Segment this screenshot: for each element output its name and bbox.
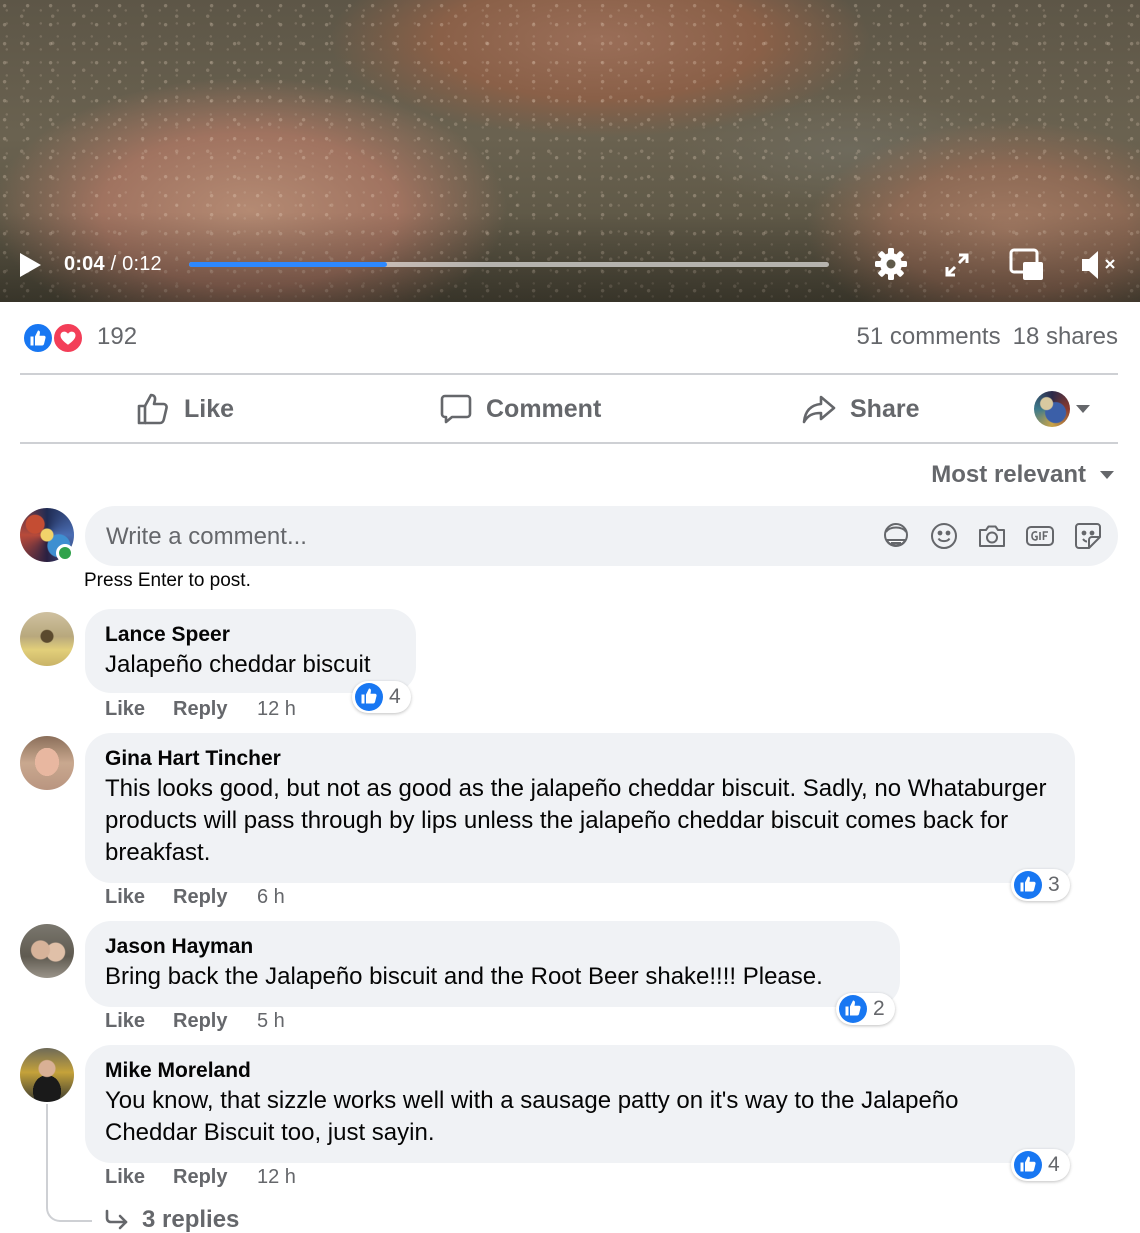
camera-icon[interactable] [976, 520, 1008, 552]
commenter-avatar[interactable] [20, 612, 74, 666]
comment-timestamp[interactable]: 5 h [257, 1010, 285, 1033]
video-timestamp: 0:04 / 0:12 [64, 253, 162, 276]
comment-reaction-badge[interactable]: 4 [1011, 1149, 1070, 1181]
caret-down-icon [1100, 471, 1114, 479]
comment-text: You know, that sizzle works well with a … [105, 1087, 959, 1146]
like-reaction-icon [22, 322, 54, 354]
duration: 0:12 [122, 253, 162, 275]
like-label: Like [184, 394, 235, 423]
comment-bubble: Gina Hart Tincher This looks good, but n… [85, 733, 1075, 883]
comment-text: This looks good, but not as good as the … [105, 775, 1047, 866]
reaction-count: 2 [873, 997, 885, 1020]
comment-sort-dropdown[interactable]: Most relevant [931, 461, 1114, 489]
comment-text: Bring back the Jalapeño biscuit and the … [105, 963, 823, 990]
comment-meta: Like Reply 12 h [105, 698, 296, 721]
comment-button[interactable]: Comment [440, 386, 601, 432]
comment-bubble: Jason Hayman Bring back the Jalapeño bis… [85, 921, 900, 1007]
mute-icon[interactable] [1080, 248, 1118, 282]
emoji-icon[interactable] [928, 520, 960, 552]
comment-timestamp[interactable]: 6 h [257, 886, 285, 909]
comment-reply-link[interactable]: Reply [173, 1010, 257, 1033]
avatar-sticker-icon[interactable] [880, 520, 912, 552]
comment-like-link[interactable]: Like [105, 1010, 173, 1033]
comment-reaction-badge[interactable]: 4 [352, 681, 411, 713]
engagement-counts: 51 comments 18 shares [857, 323, 1118, 351]
comment-reaction-badge[interactable]: 3 [1011, 869, 1070, 901]
thumbs-up-icon [137, 393, 168, 425]
comment-author[interactable]: Lance Speer [105, 621, 396, 649]
post-stats: 192 51 comments 18 shares [20, 318, 1118, 358]
comment-author[interactable]: Gina Hart Tincher [105, 745, 1055, 773]
gif-icon[interactable] [1024, 520, 1056, 552]
reaction-icons[interactable] [22, 322, 86, 354]
comment-text: Jalapeño cheddar biscuit [105, 651, 371, 678]
comment-reply-link[interactable]: Reply [173, 698, 257, 721]
love-reaction-icon [52, 322, 84, 354]
reaction-count: 4 [1048, 1153, 1060, 1176]
share-arrow-icon [802, 395, 836, 424]
comment-author[interactable]: Mike Moreland [105, 1057, 1055, 1085]
post-action-bar: Like Comment Share [20, 376, 1118, 442]
comment-like-link[interactable]: Like [105, 886, 173, 909]
comment-placeholder: Write a comment... [106, 523, 307, 550]
commenter-avatar[interactable] [20, 924, 74, 978]
view-replies-link[interactable]: 3 replies [104, 1206, 239, 1233]
replies-count: 3 replies [142, 1206, 240, 1233]
like-button[interactable]: Like [136, 386, 234, 432]
comment-like-link[interactable]: Like [105, 698, 173, 721]
time-separator: / [104, 253, 123, 275]
online-status-indicator [56, 544, 74, 562]
sort-label: Most relevant [931, 461, 1086, 488]
like-reaction-icon [1014, 1151, 1042, 1179]
share-label: Share [850, 394, 920, 423]
settings-gear-icon[interactable] [873, 246, 909, 282]
divider [20, 373, 1118, 375]
reaction-count: 3 [1048, 873, 1060, 896]
divider [20, 442, 1118, 444]
video-progress-bar[interactable] [189, 262, 829, 267]
comment-label: Comment [486, 394, 602, 423]
picture-in-picture-icon[interactable] [1009, 248, 1045, 282]
press-enter-hint: Press Enter to post. [84, 570, 251, 591]
composer-tools [880, 520, 1104, 552]
like-reaction-icon [1014, 871, 1042, 899]
comment-meta: Like Reply 12 h [105, 1166, 296, 1189]
fullscreen-icon[interactable] [944, 252, 970, 278]
sticker-icon[interactable] [1072, 520, 1104, 552]
comment-author[interactable]: Jason Hayman [105, 933, 880, 961]
comment-timestamp[interactable]: 12 h [257, 1166, 296, 1189]
commenter-avatar[interactable] [20, 1048, 74, 1102]
comment-timestamp[interactable]: 12 h [257, 698, 296, 721]
comment-bubble: Mike Moreland You know, that sizzle work… [85, 1045, 1075, 1163]
video-player[interactable]: 0:04 / 0:12 [0, 0, 1140, 302]
comment-reply-link[interactable]: Reply [173, 1166, 257, 1189]
reaction-count: 4 [389, 685, 401, 708]
comment-meta: Like Reply 5 h [105, 1010, 285, 1033]
play-icon[interactable] [18, 252, 42, 278]
reaction-count[interactable]: 192 [97, 323, 137, 351]
reply-arrow-icon [105, 1209, 128, 1230]
like-reaction-icon [839, 995, 867, 1023]
comment-reply-link[interactable]: Reply [173, 886, 257, 909]
post-as-selector[interactable] [1034, 390, 1104, 428]
comment-reaction-badge[interactable]: 2 [836, 993, 895, 1025]
comment-bubble-icon [440, 394, 472, 424]
shares-count[interactable]: 18 shares [1013, 323, 1118, 350]
comment-meta: Like Reply 6 h [105, 886, 285, 909]
caret-down-icon [1076, 405, 1090, 413]
share-button[interactable]: Share [802, 386, 919, 432]
commenter-avatar[interactable] [20, 736, 74, 790]
comment-like-link[interactable]: Like [105, 1166, 173, 1189]
comments-count[interactable]: 51 comments [857, 323, 1001, 350]
profile-avatar [1034, 391, 1070, 427]
current-time: 0:04 [64, 253, 105, 275]
comment-input[interactable]: Write a comment... [85, 506, 1118, 566]
video-progress-fill [189, 262, 388, 267]
like-reaction-icon [355, 683, 383, 711]
